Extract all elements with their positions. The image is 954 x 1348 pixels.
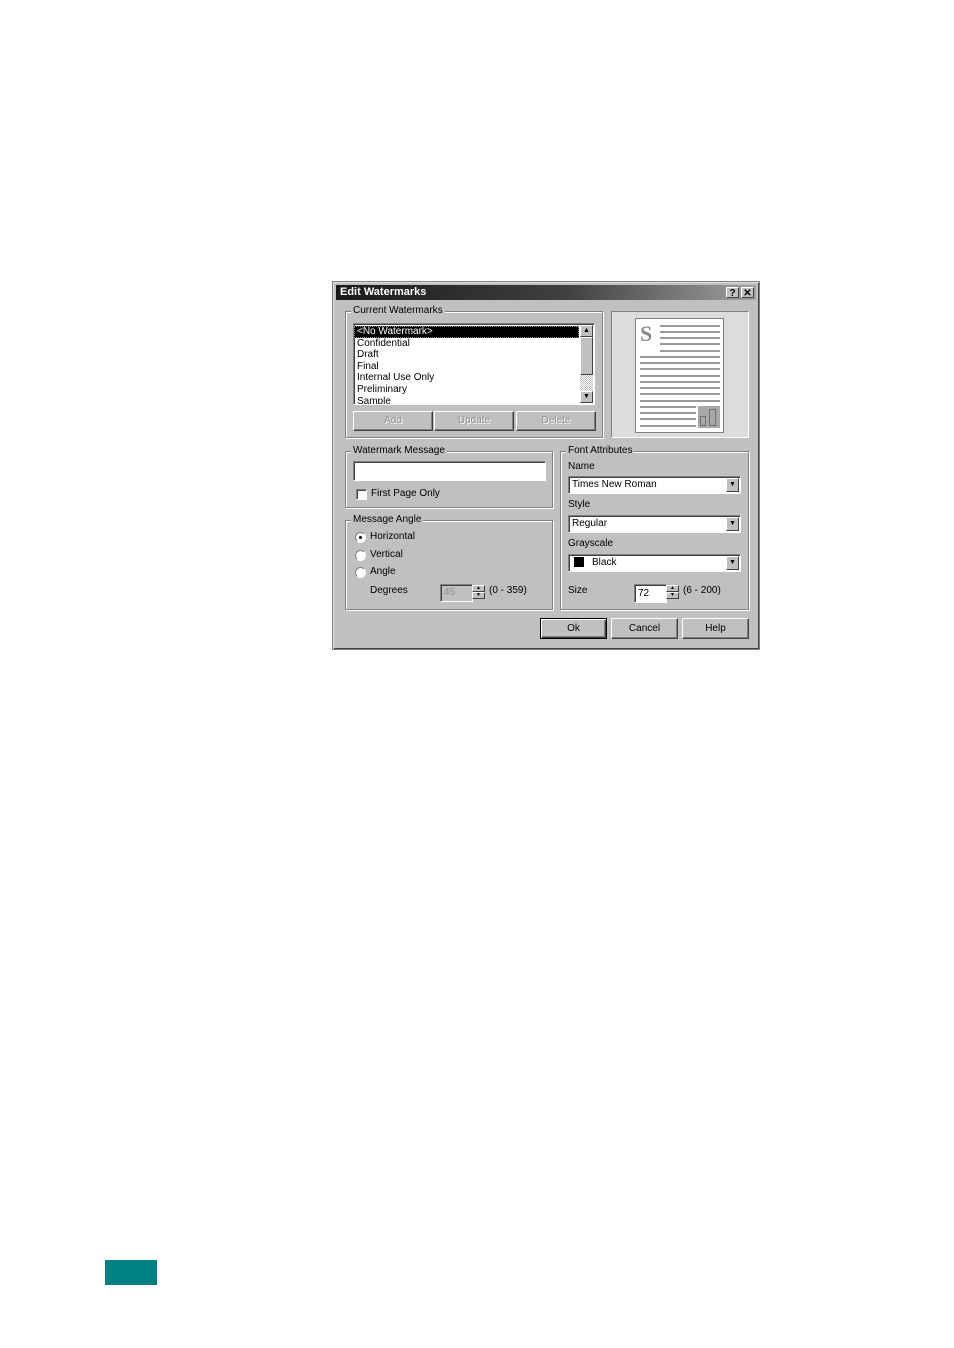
first-page-only-checkbox[interactable] <box>356 489 367 500</box>
update-button[interactable]: Update <box>434 411 514 431</box>
size-range: (6 - 200) <box>683 585 721 596</box>
vertical-label: Vertical <box>370 549 403 560</box>
arrow-up-icon: ▲ <box>583 327 590 334</box>
help-title-button[interactable]: ? <box>726 287 739 299</box>
chevron-down-icon[interactable]: ▼ <box>726 517 739 531</box>
font-name-value: Times New Roman <box>572 479 657 490</box>
message-angle-group: Message Angle Horizontal Vertical Angle … <box>345 514 553 610</box>
font-attributes-label: Font Attributes <box>566 445 635 457</box>
watermark-message-label: Watermark Message <box>351 445 447 457</box>
font-style-value: Regular <box>572 518 608 529</box>
current-watermarks-group: Current Watermarks <No Watermark> Confide… <box>345 305 603 438</box>
watermark-preview: S <box>611 311 749 438</box>
message-angle-label: Message Angle <box>351 514 424 526</box>
grayscale-label: Grayscale <box>568 538 614 549</box>
list-item[interactable]: Sample <box>354 396 579 404</box>
spin-up-icon[interactable]: ▲ <box>472 585 485 592</box>
scroll-thumb[interactable] <box>580 337 593 375</box>
close-button[interactable]: ✕ <box>741 287 754 299</box>
watermark-message-input[interactable] <box>353 461 546 481</box>
watermarks-listbox[interactable]: <No Watermark> Confidential Draft Final Inte… <box>353 323 595 405</box>
chevron-down-icon[interactable]: ▼ <box>726 478 739 492</box>
degrees-spinner[interactable]: ▲ ▼ <box>472 585 485 599</box>
close-icon: ✕ <box>743 288 752 299</box>
radio-vertical[interactable] <box>355 550 366 561</box>
edit-watermarks-dialog: Edit Watermarks ? ✕ Current Watermarks <… <box>332 281 760 650</box>
font-style-select[interactable]: Regular ▼ <box>568 515 741 533</box>
delete-button[interactable]: Delete <box>516 411 596 431</box>
grayscale-select[interactable]: Black ▼ <box>568 554 741 572</box>
font-name-select[interactable]: Times New Roman ▼ <box>568 476 741 494</box>
preview-page: S <box>635 318 724 433</box>
spin-down-icon[interactable]: ▼ <box>472 592 485 599</box>
size-label: Size <box>568 585 588 596</box>
list-item[interactable]: Preliminary <box>354 384 579 396</box>
dialog-title: Edit Watermarks <box>340 286 427 298</box>
degrees-range: (0 - 359) <box>489 585 527 596</box>
radio-horizontal[interactable] <box>355 532 366 543</box>
scroll-down-button[interactable]: ▼ <box>580 391 593 403</box>
horizontal-label: Horizontal <box>370 531 416 542</box>
cancel-button[interactable]: Cancel <box>611 618 678 639</box>
list-item[interactable]: <No Watermark> <box>354 326 579 338</box>
radio-angle[interactable] <box>355 567 366 578</box>
degrees-input[interactable]: 45 <box>440 584 473 602</box>
scroll-up-button[interactable]: ▲ <box>580 325 593 337</box>
arrow-down-icon: ▼ <box>583 393 590 400</box>
list-item[interactable]: Confidential <box>354 338 579 350</box>
font-attributes-group: Font Attributes Name Times New Roman ▼ S… <box>560 445 749 610</box>
question-icon: ? <box>729 288 736 299</box>
size-spinner[interactable]: ▲ ▼ <box>666 585 679 599</box>
spin-down-icon[interactable]: ▼ <box>666 592 679 599</box>
list-item[interactable]: Draft <box>354 349 579 361</box>
watermark-message-group: Watermark Message First Page Only <box>345 445 553 508</box>
listbox-scrollbar[interactable]: ▲ ▼ <box>580 325 593 403</box>
chart-graphic-icon <box>698 406 720 428</box>
chevron-down-icon[interactable]: ▼ <box>726 556 739 570</box>
list-item[interactable]: Internal Use Only <box>354 372 579 384</box>
title-bar: Edit Watermarks ? ✕ <box>336 285 756 300</box>
font-style-label: Style <box>568 499 591 510</box>
color-swatch <box>574 557 584 568</box>
grayscale-value: Black <box>592 557 617 568</box>
list-item[interactable]: Final <box>354 361 579 373</box>
add-button[interactable]: Add <box>353 411 433 431</box>
degrees-label: Degrees <box>370 585 408 596</box>
angle-label: Angle <box>370 566 396 577</box>
help-button[interactable]: Help <box>682 618 749 639</box>
page-number-tab <box>105 1260 157 1285</box>
ok-button[interactable]: Ok <box>540 618 607 639</box>
font-name-label: Name <box>568 461 595 472</box>
watermark-letter: S <box>640 321 653 346</box>
size-input[interactable]: 72 <box>634 584 667 603</box>
first-page-only-label: First Page Only <box>371 488 440 499</box>
current-watermarks-label: Current Watermarks <box>351 305 445 317</box>
spin-up-icon[interactable]: ▲ <box>666 585 679 592</box>
